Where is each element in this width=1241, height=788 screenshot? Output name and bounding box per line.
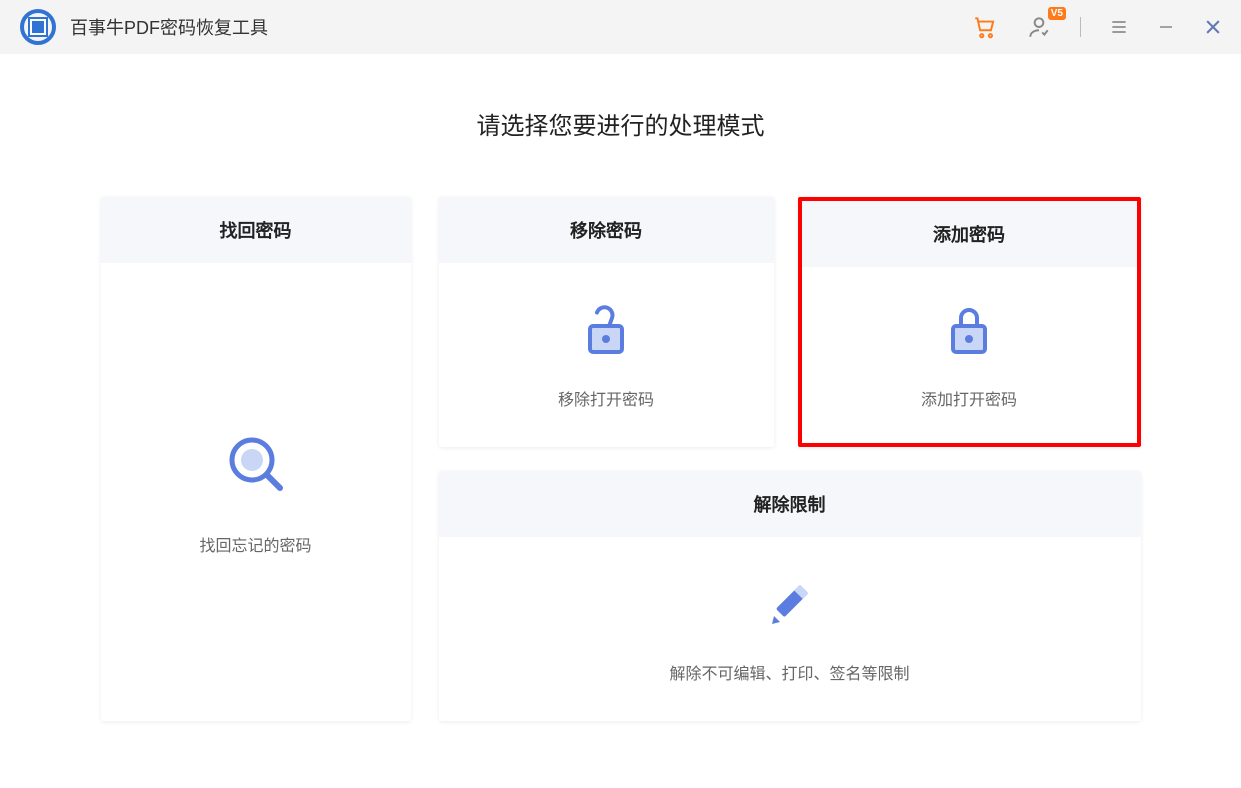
titlebar: 百事牛PDF密码恢复工具 V5 xyxy=(0,0,1241,54)
app-logo xyxy=(20,9,56,45)
page-heading: 请选择您要进行的处理模式 xyxy=(477,106,765,141)
lock-icon xyxy=(941,304,997,360)
unlock-icon xyxy=(578,304,634,360)
pencil-icon xyxy=(762,578,818,634)
magnifier-icon xyxy=(224,432,288,496)
card-remove-restrictions[interactable]: 解除限制 解除不可编辑、打印、签名等限制 xyxy=(439,471,1141,721)
app-title: 百事牛PDF密码恢复工具 xyxy=(70,14,268,40)
card-recover-password[interactable]: 找回密码 找回忘记的密码 xyxy=(101,197,411,721)
card-desc: 找回忘记的密码 xyxy=(199,532,311,556)
card-remove-password[interactable]: 移除密码 移除打开密码 xyxy=(439,197,774,447)
card-desc: 添加打开密码 xyxy=(921,386,1017,410)
titlebar-divider xyxy=(1080,17,1081,37)
user-badge: V5 xyxy=(1048,7,1066,20)
card-title: 添加密码 xyxy=(802,201,1137,267)
user-icon[interactable]: V5 xyxy=(1026,14,1052,40)
card-title: 解除限制 xyxy=(439,471,1141,537)
card-title: 移除密码 xyxy=(439,197,774,263)
cart-icon[interactable] xyxy=(972,14,998,40)
card-title: 找回密码 xyxy=(101,197,411,263)
card-add-password[interactable]: 添加密码 添加打开密码 xyxy=(798,197,1141,447)
card-desc: 移除打开密码 xyxy=(558,386,654,410)
minimize-icon[interactable] xyxy=(1157,18,1175,36)
card-desc: 解除不可编辑、打印、签名等限制 xyxy=(669,660,909,684)
close-icon[interactable] xyxy=(1203,17,1223,37)
menu-icon[interactable] xyxy=(1109,17,1129,37)
